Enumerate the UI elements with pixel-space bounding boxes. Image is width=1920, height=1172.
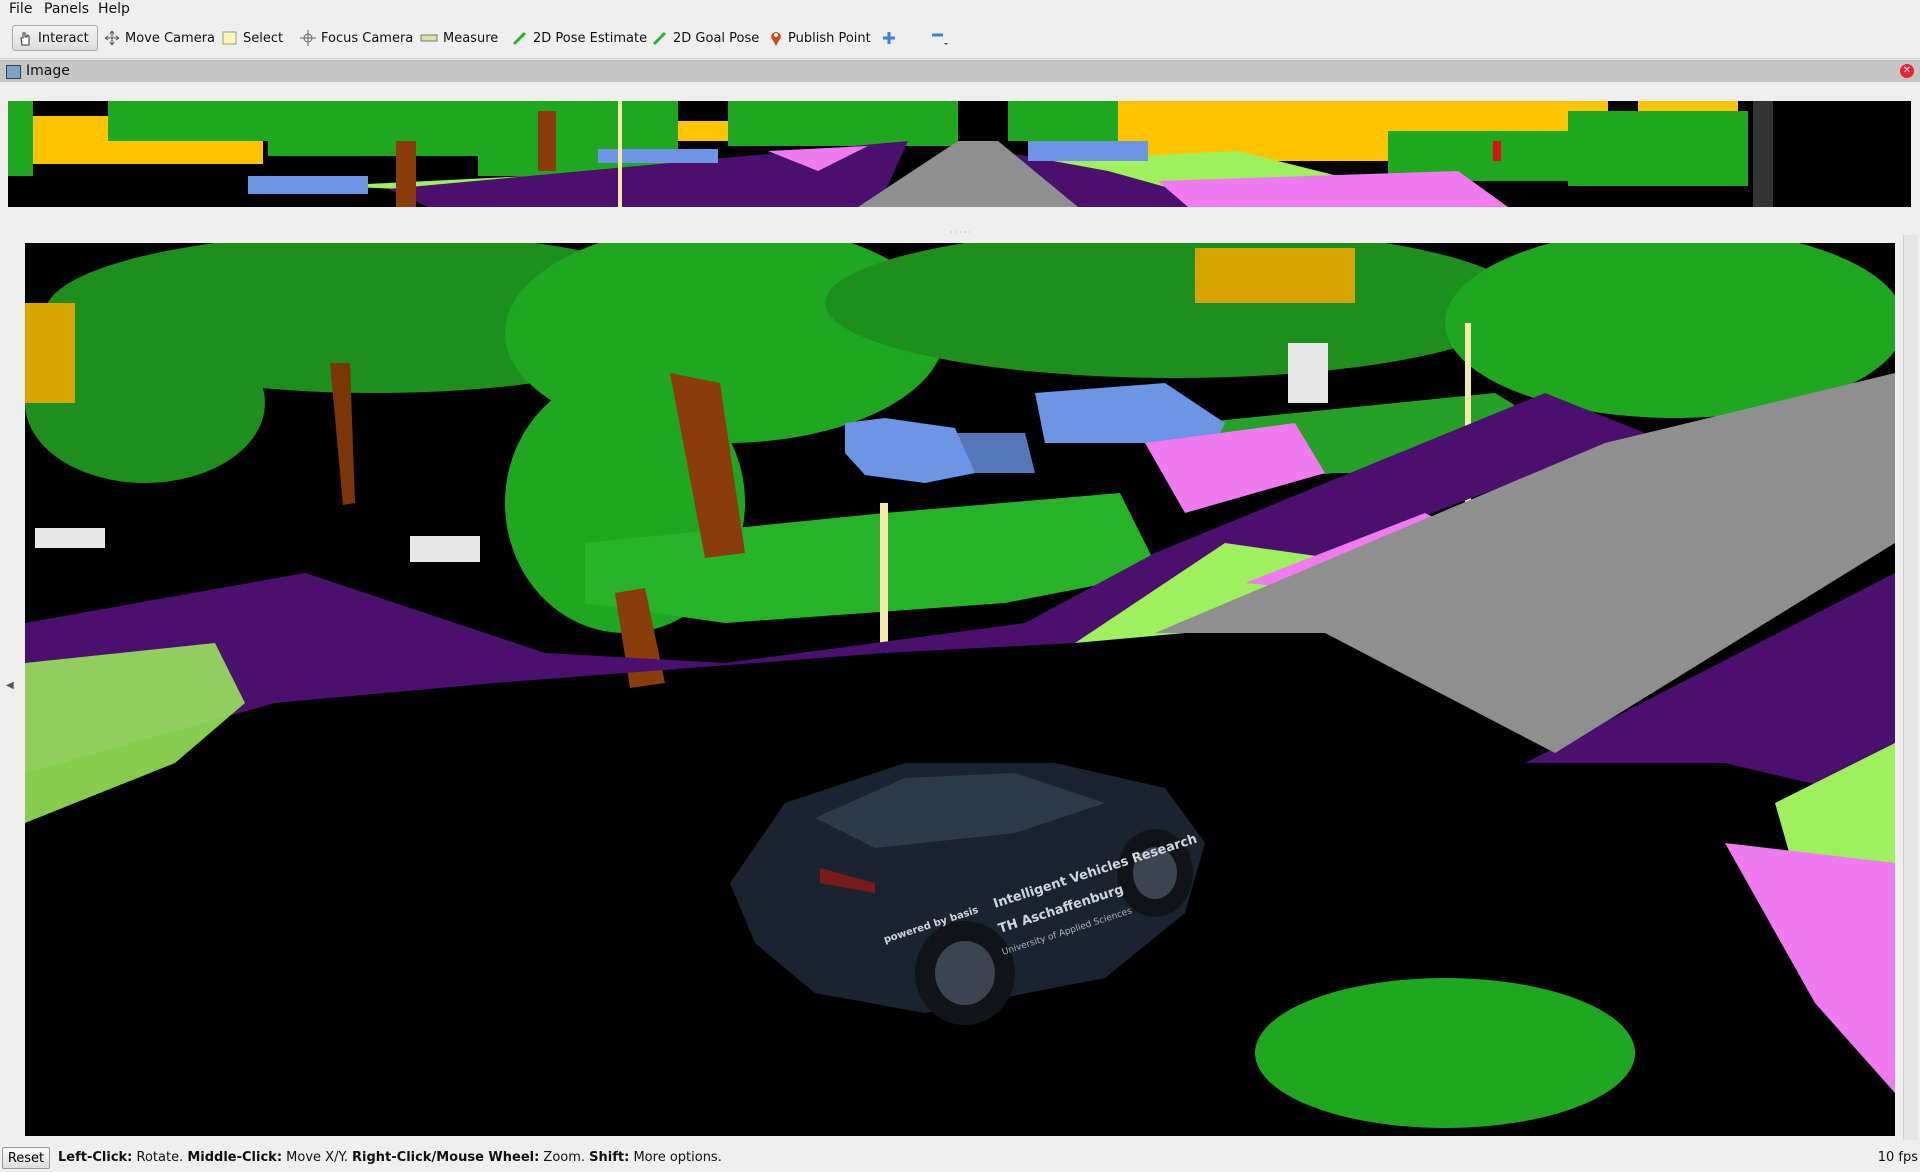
hint-shift: Shift: xyxy=(589,1150,630,1165)
hint-middle-click: Middle-Click: xyxy=(187,1150,283,1165)
segmentation-image xyxy=(8,101,1911,207)
reset-button[interactable]: Reset xyxy=(2,1147,50,1169)
minus-icon xyxy=(932,33,948,45)
hint-left-click: Left-Click: xyxy=(58,1150,133,1165)
menu-panels[interactable]: Panels xyxy=(44,1,89,17)
plus-icon xyxy=(883,32,895,44)
menu-file[interactable]: File xyxy=(9,1,32,17)
3d-viewport[interactable]: Intelligent Vehicles Research TH Aschaff… xyxy=(25,243,1895,1136)
move-camera-label: Move Camera xyxy=(125,30,216,46)
goal-pose-button[interactable]: 2D Goal Pose xyxy=(652,25,759,51)
ruler-icon xyxy=(420,34,438,42)
hint-right-click: Right-Click/Mouse Wheel: xyxy=(352,1150,540,1165)
add-tool-button[interactable] xyxy=(882,25,896,51)
publish-point-button[interactable]: Publish Point xyxy=(769,25,871,51)
status-bar: Reset Left-Click: Rotate. Middle-Click: … xyxy=(0,1144,1920,1172)
focus-icon xyxy=(300,30,316,46)
green-arrow-icon xyxy=(512,31,527,46)
remove-tool-button[interactable] xyxy=(930,25,950,51)
toolbar: Interact Move Camera Select Focus Camera… xyxy=(0,20,1920,59)
left-collapse-arrow[interactable]: ◀ xyxy=(6,680,14,691)
hint-middle-click-desc: Move X/Y. xyxy=(282,1150,353,1165)
measure-button[interactable]: Measure xyxy=(420,25,498,51)
hand-icon xyxy=(20,32,30,46)
image-panel-titlebar: Image ✕ xyxy=(0,60,1920,82)
hint-left-click-desc: Rotate. xyxy=(132,1150,188,1165)
pose-estimate-button[interactable]: 2D Pose Estimate xyxy=(512,25,647,51)
menu-help[interactable]: Help xyxy=(98,1,130,17)
move-icon xyxy=(104,30,120,46)
goal-pose-label: 2D Goal Pose xyxy=(673,30,760,46)
vertical-scrollbar[interactable] xyxy=(1903,235,1918,1140)
measure-label: Measure xyxy=(443,30,499,46)
focus-camera-button[interactable]: Focus Camera xyxy=(300,25,413,51)
map-pin-icon xyxy=(771,32,781,46)
panel-title: Image xyxy=(26,63,70,79)
interact-button[interactable]: Interact xyxy=(12,25,98,51)
status-hint: Left-Click: Rotate. Middle-Click: Move X… xyxy=(58,1150,722,1165)
splitter-handle[interactable]: ····· xyxy=(950,228,971,237)
pose-estimate-label: 2D Pose Estimate xyxy=(533,30,648,46)
hint-shift-desc: More options. xyxy=(629,1150,722,1165)
image-icon xyxy=(6,65,21,79)
select-label: Select xyxy=(243,30,284,46)
select-icon xyxy=(222,31,237,45)
focus-camera-label: Focus Camera xyxy=(321,30,414,46)
point-cloud-render: Intelligent Vehicles Research TH Aschaff… xyxy=(25,243,1895,1136)
hint-right-click-desc: Zoom. xyxy=(539,1150,590,1165)
move-camera-button[interactable]: Move Camera xyxy=(104,25,215,51)
publish-point-label: Publish Point xyxy=(788,30,871,46)
close-icon[interactable]: ✕ xyxy=(1900,64,1914,78)
green-arrow-icon xyxy=(652,31,667,46)
menu-bar: File Panels Help xyxy=(0,0,1920,20)
select-button[interactable]: Select xyxy=(222,25,283,51)
interact-label: Interact xyxy=(38,30,89,46)
segmentation-image-graphic xyxy=(8,101,1911,207)
fps-counter: 10 fps xyxy=(1877,1150,1918,1165)
